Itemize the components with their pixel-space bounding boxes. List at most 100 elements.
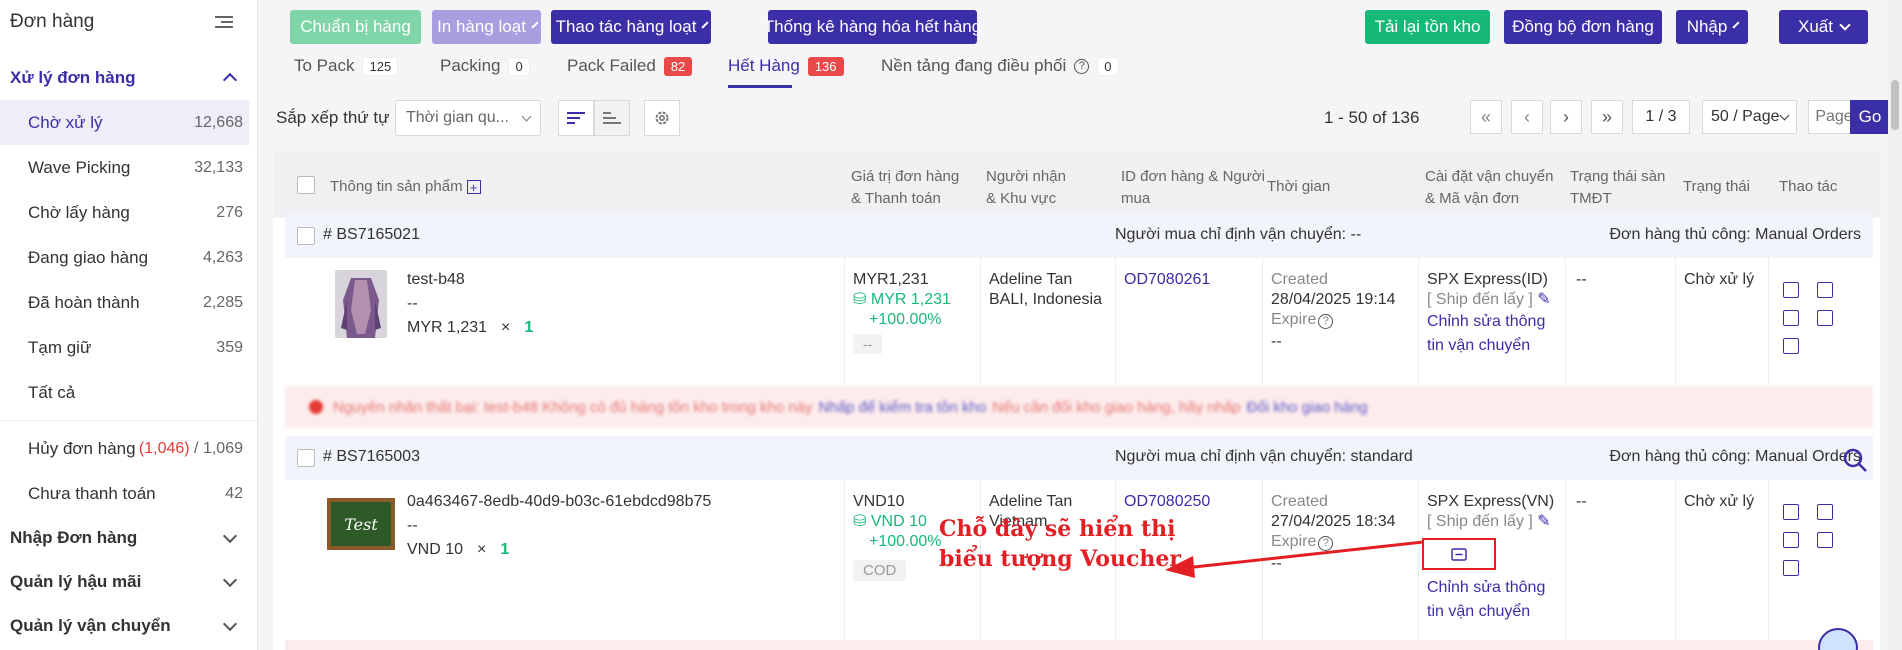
product-variant: --	[407, 517, 418, 534]
page-size-select[interactable]: 50 / Page	[1702, 100, 1797, 134]
sidebar-item-cancelled[interactable]: Hủy đơn hàng (1,046) / 1,069	[0, 426, 257, 471]
sort-descending-button[interactable]	[558, 100, 594, 136]
out-of-stock-stats-button[interactable]: Thống kê hàng hóa hết hàng	[764, 10, 981, 44]
sidebar-section-after-sales[interactable]: Quản lý hậu mãi	[0, 560, 257, 604]
settings-box-icon[interactable]	[1783, 532, 1799, 548]
payment-method: COD	[853, 560, 907, 581]
first-page-button[interactable]: «	[1470, 100, 1502, 134]
document-icon[interactable]	[1817, 282, 1833, 298]
col-actions: Thao tác	[1779, 178, 1838, 195]
edit-icon[interactable]: ✎	[1537, 291, 1550, 308]
prev-page-button[interactable]: ‹	[1511, 100, 1543, 134]
sidebar-section-order-processing[interactable]: Xử lý đơn hàng	[0, 56, 257, 100]
bulk-print-button[interactable]: In hàng loạt	[432, 10, 541, 44]
help-icon[interactable]: ?	[1074, 58, 1090, 74]
change-warehouse-link[interactable]: Đổi kho giao hàng	[1247, 399, 1368, 416]
product-thumbnail[interactable]	[335, 270, 387, 338]
reload-stock-button[interactable]: Tải lại tồn kho	[1365, 10, 1490, 44]
current-page-indicator: 1 / 3	[1632, 100, 1690, 134]
list-edit-icon[interactable]	[1817, 310, 1833, 326]
list-edit-icon[interactable]	[1817, 532, 1833, 548]
sidebar-item-label: Chờ xử lý	[28, 112, 103, 132]
chevron-up-icon	[222, 72, 238, 88]
payment-method: --	[853, 334, 883, 354]
sidebar-item-completed[interactable]: Đã hoàn thành 2,285	[0, 280, 257, 325]
sidebar-item-count: 4,263	[202, 248, 243, 266]
sidebar-item-shipping[interactable]: Đang giao hàng 4,263	[0, 235, 257, 280]
floating-search-button[interactable]	[1842, 447, 1868, 473]
toolbar: Chuẩn bị hàng In hàng loạt Thao tác hàng…	[258, 0, 1888, 52]
settings-box-icon[interactable]	[1783, 310, 1799, 326]
tab-out-of-stock[interactable]: Hết Hàng 136	[728, 56, 844, 88]
last-page-button[interactable]: »	[1591, 100, 1623, 134]
sidebar-item-label: Chưa thanh toán	[28, 483, 156, 503]
help-icon[interactable]: ?	[1318, 313, 1334, 329]
select-all-checkbox[interactable]	[297, 176, 315, 194]
tab-platform-dispatching[interactable]: Nền tảng đang điều phối? 0	[881, 56, 1119, 76]
order-checkbox[interactable]	[297, 227, 315, 245]
tab-label: Pack Failed	[567, 56, 656, 75]
import-order-icon[interactable]	[1783, 282, 1799, 298]
chevron-down-icon	[531, 20, 539, 29]
tab-label: To Pack	[294, 56, 355, 75]
sidebar-section-shipping-management[interactable]: Quản lý vận chuyển	[0, 604, 257, 648]
order-id-link[interactable]: OD7080250	[1124, 490, 1210, 514]
sort-select[interactable]: Thời gian qu...	[395, 100, 541, 136]
edit-order-icon[interactable]	[1783, 560, 1799, 576]
edit-shipping-link[interactable]: Chỉnh sửa thông tin vận chuyển	[1427, 310, 1545, 358]
edit-shipping-line1: Chỉnh sửa thông	[1427, 579, 1546, 596]
export-button[interactable]: Xuất	[1779, 10, 1868, 44]
product-thumbnail[interactable]: Test	[327, 498, 395, 550]
tab-packing[interactable]: Packing 0	[440, 56, 530, 76]
sort-ascending-button[interactable]	[594, 100, 630, 136]
check-stock-link[interactable]: Nhấp để kiểm tra tồn kho	[819, 399, 987, 416]
sidebar-item-all[interactable]: Tất cả	[0, 370, 257, 415]
gear-icon	[655, 111, 669, 125]
sidebar-item-awaiting-pickup[interactable]: Chờ lấy hàng 276	[0, 190, 257, 235]
sort-asc-icon	[603, 112, 621, 124]
status-tabs: To Pack 125 Packing 0 Pack Failed 82 Hết Hà…	[258, 52, 1888, 88]
tab-count-badge: 0	[1097, 56, 1119, 76]
sidebar-section-import-orders[interactable]: Nhập Đơn hàng	[0, 516, 257, 560]
import-order-icon[interactable]	[1783, 504, 1799, 520]
sidebar-item-count: 42	[225, 484, 243, 502]
order-checkbox[interactable]	[297, 449, 315, 467]
sort-pagination-bar: Sắp xếp thứ tự Thời gian qu... 1 - 50 of…	[258, 88, 1890, 152]
column-label: & Mã vận đơn	[1425, 190, 1520, 207]
sidebar-item-unpaid[interactable]: Chưa thanh toán 42	[0, 471, 257, 516]
sidebar-item-pending[interactable]: Chờ xử lý 12,668	[0, 100, 249, 145]
table-settings-button[interactable]	[644, 100, 680, 136]
chevron-down-icon	[1839, 18, 1851, 31]
sidebar-item-label: Đang giao hàng	[28, 247, 149, 267]
next-page-button[interactable]: ›	[1550, 100, 1582, 134]
document-icon[interactable]	[1817, 504, 1833, 520]
tab-to-pack[interactable]: To Pack 125	[294, 56, 399, 76]
order-id-link[interactable]: OD7080261	[1124, 268, 1210, 292]
chevron-down-icon	[222, 616, 238, 632]
platform-status: --	[1576, 271, 1587, 288]
import-button[interactable]: Nhập	[1676, 10, 1748, 44]
chevron-down-icon	[1732, 20, 1740, 29]
order-group-header: # BS7165021 Người mua chỉ định vận chuyể…	[285, 214, 1873, 258]
scrollbar-thumb[interactable]	[1891, 80, 1899, 130]
sort-desc-icon	[567, 112, 585, 124]
coins-icon: ⛁	[853, 291, 867, 308]
bulk-action-button[interactable]: Thao tác hàng loạt	[551, 10, 711, 44]
sidebar-item-wave-picking[interactable]: Wave Picking 32,133	[0, 145, 257, 190]
page-scrollbar[interactable]	[1888, 0, 1902, 650]
add-column-icon[interactable]: +	[466, 180, 481, 195]
go-button[interactable]: Go	[1850, 100, 1890, 134]
prepare-goods-button[interactable]: Chuẩn bị hàng	[290, 10, 421, 44]
sidebar-item-on-hold[interactable]: Tạm giữ 359	[0, 325, 257, 370]
collapse-menu-icon[interactable]	[215, 15, 233, 29]
annotation-arrow-icon	[1165, 540, 1424, 578]
edit-order-icon[interactable]	[1783, 338, 1799, 354]
col-order-id: ID đơn hàng & Người mua	[1121, 166, 1265, 210]
col-platform-status: Trạng thái sàn TMĐT	[1570, 166, 1665, 210]
edit-icon[interactable]: ✎	[1537, 513, 1550, 530]
failure-reason-row: Nguyên nhân thất bại: test-b48 Không có …	[285, 386, 1873, 428]
edit-shipping-link[interactable]: Chỉnh sửa thông tin vận chuyển	[1427, 576, 1545, 624]
tab-pack-failed[interactable]: Pack Failed 82	[567, 56, 693, 76]
count-separator: /	[189, 439, 203, 457]
sync-orders-button[interactable]: Đồng bộ đơn hàng	[1504, 10, 1662, 44]
